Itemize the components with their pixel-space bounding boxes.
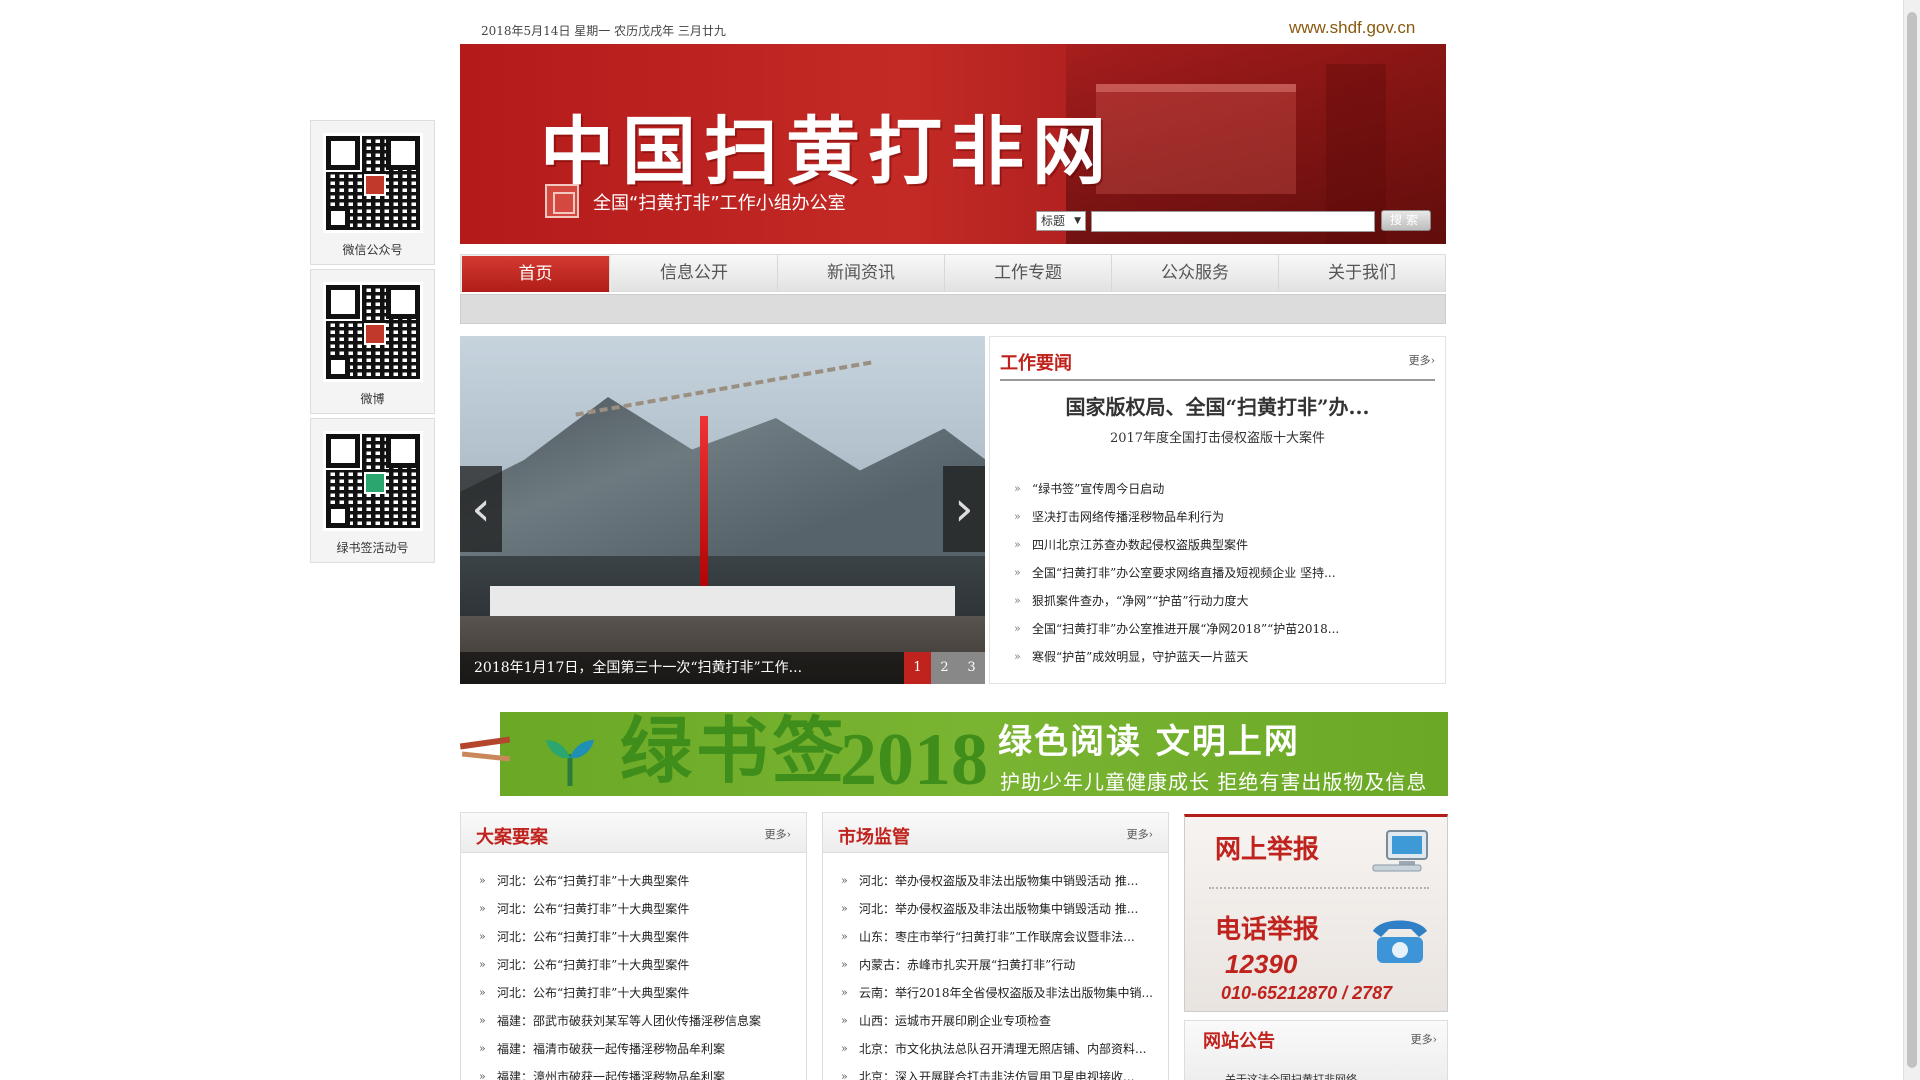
- green-bookmark-slogan: 绿色阅读 文明上网: [998, 722, 1300, 762]
- market-supervision-list: 河北：举办侵权盗版及非法出版物集中销毁活动 推... 河北：举办侵权盗版及非法出…: [841, 873, 1153, 1080]
- qr-label-weibo: 微博: [360, 392, 385, 406]
- list-item[interactable]: 河北：公布“扫黄打非”十大典型案件: [479, 873, 761, 901]
- work-news-list: “绿书签”宣传周今日启动 坚决打击网络传播淫秽物品牟利行为 四川北京江苏查办数起…: [1014, 481, 1339, 677]
- list-item[interactable]: 坚决打击网络传播淫秽物品牟利行为: [1014, 509, 1339, 537]
- list-item[interactable]: 寒假“护苗”成效明显，守护蓝天一片蓝天: [1014, 649, 1339, 677]
- telephone-icon: [1373, 920, 1427, 963]
- slider-page-1[interactable]: 1: [904, 652, 931, 684]
- search-input[interactable]: [1091, 211, 1375, 232]
- weibo-qr-code: [322, 282, 423, 382]
- nav-item-news[interactable]: 新闻资讯: [778, 255, 945, 291]
- qr-card-green-bookmark: 绿书签活动号: [310, 418, 435, 563]
- list-item[interactable]: 山西：运城市开展印刷企业专项检查: [841, 1013, 1153, 1041]
- qr-card-weibo: 微博: [310, 269, 435, 414]
- photo-slider[interactable]: ‹ › 2018年1月17日，全国第三十一次“扫黄打非”工作... 1 2 3: [460, 336, 985, 684]
- list-item[interactable]: 全国“扫黄打非”办公室要求网络直播及短视频企业 坚持...: [1014, 565, 1339, 593]
- list-item[interactable]: 北京：深入开展联合打击非法仿冒用卫星电视接收...: [841, 1069, 1153, 1080]
- page: 2018年5月14日 星期一 农历戊戌年 三月廿九 www.shdf.gov.c…: [0, 0, 1920, 1080]
- date-line: 2018年5月14日 星期一 农历戊戌年 三月廿九: [481, 24, 726, 38]
- list-item[interactable]: 北京：市文化执法总队召开清理无照店铺、内部资料...: [841, 1041, 1153, 1069]
- qr-label-wechat: 微信公众号: [342, 243, 403, 257]
- list-item[interactable]: 福建：福清市破获一起传播淫秽物品牟利案: [479, 1041, 761, 1069]
- search-scope-value: 标题: [1041, 214, 1066, 228]
- page-scrollbar[interactable]: [1903, 0, 1920, 1080]
- list-item[interactable]: 四川北京江苏查办数起侵权盗版典型案件: [1014, 537, 1339, 565]
- list-item[interactable]: 狠抓案件查办，“净网”“护苗”行动力度大: [1014, 593, 1339, 621]
- nav-item-public-service[interactable]: 公众服务: [1112, 255, 1279, 291]
- list-item[interactable]: 内蒙古：赤峰市扎实开展“扫黄打非”行动: [841, 957, 1153, 985]
- site-notice-more-link[interactable]: 更多›: [1411, 1031, 1437, 1047]
- major-cases-list: 河北：公布“扫黄打非”十大典型案件 河北：公布“扫黄打非”十大典型案件 河北：公…: [479, 873, 761, 1080]
- sub-nav-bar: [460, 294, 1446, 324]
- search-button[interactable]: 搜索: [1381, 210, 1431, 231]
- list-item[interactable]: 河北：公布“扫黄打非”十大典型案件: [479, 929, 761, 957]
- slider-pagination: 1 2 3: [904, 652, 985, 684]
- search-scope-select[interactable]: 标题 ▼: [1036, 211, 1086, 231]
- nav-item-info-disclosure[interactable]: 信息公开: [611, 255, 778, 291]
- slider-next-button[interactable]: ›: [943, 466, 985, 552]
- headline-link[interactable]: 国家版权局、全国“扫黄打非”办...: [990, 391, 1445, 420]
- phone-report-link[interactable]: 电话举报: [1215, 909, 1319, 946]
- computer-icon: [1372, 830, 1428, 872]
- nav-item-home[interactable]: 首页: [462, 256, 610, 292]
- site-title: 中国扫黄打非网: [540, 109, 1114, 195]
- slider-prev-button[interactable]: ‹: [460, 466, 502, 552]
- work-news-more-link[interactable]: 更多›: [1409, 352, 1435, 368]
- report-phone-number: 010-65212870 / 2787: [1221, 983, 1393, 1003]
- market-supervision-panel: 市场监管 更多› 河北：举办侵权盗版及非法出版物集中销毁活动 推... 河北：举…: [822, 812, 1169, 1080]
- list-item[interactable]: 全国“扫黄打非”办公室推进开展“净网2018”“护苗2018...: [1014, 621, 1339, 649]
- major-cases-title: 大案要案: [476, 827, 548, 848]
- green-bookmark-qr-code: [322, 431, 423, 531]
- major-cases-more-link[interactable]: 更多›: [765, 826, 791, 842]
- scrollbar-thumb[interactable]: [1907, 12, 1917, 1068]
- list-item[interactable]: 河北：公布“扫黄打非”十大典型案件: [479, 985, 761, 1013]
- slider-caption[interactable]: 2018年1月17日，全国第三十一次“扫黄打非”工作...: [474, 657, 802, 677]
- list-item[interactable]: 福建：漳州市破获一起传播淫秽物品牟利案: [479, 1069, 761, 1080]
- list-item[interactable]: 河北：公布“扫黄打非”十大典型案件: [479, 957, 761, 985]
- list-item[interactable]: 福建：邵武市破获刘某军等人团伙传播淫秽信息案: [479, 1013, 761, 1041]
- report-panel: 网上举报 电话举报 12390 010-65212870 / 2787: [1184, 814, 1448, 1012]
- green-bookmark-leaf-icon: [546, 740, 594, 787]
- chevron-down-icon: ▼: [1074, 216, 1081, 226]
- headline-sub-link[interactable]: 2017年度全国打击侵权盗版十大案件: [990, 427, 1445, 446]
- nav-item-topics[interactable]: 工作专题: [945, 255, 1112, 291]
- header-banner: 中国扫黄打非网 全国“扫黄打非”工作小组办公室 标题 ▼ 搜索: [460, 44, 1446, 244]
- list-item[interactable]: 河北：公布“扫黄打非”十大典型案件: [479, 901, 761, 929]
- site-notice-title: 网站公告: [1203, 1031, 1275, 1052]
- market-supervision-more-link[interactable]: 更多›: [1127, 826, 1153, 842]
- main-nav: 首页 信息公开 新闻资讯 工作专题 公众服务 关于我们: [460, 254, 1446, 292]
- work-news-panel: 工作要闻 更多› 国家版权局、全国“扫黄打非”办... 2017年度全国打击侵权…: [989, 336, 1446, 684]
- seal-logo-icon: [545, 184, 579, 218]
- qr-label-green-bookmark: 绿书签活动号: [336, 541, 409, 555]
- green-bookmark-slogan-sub: 护助少年儿童健康成长 拒绝有害出版物及信息: [1000, 770, 1428, 794]
- list-item[interactable]: 关于这法全国扫黄打非网络...: [1225, 1071, 1368, 1080]
- site-url-link[interactable]: www.shdf.gov.cn: [1289, 18, 1415, 38]
- slider-page-3[interactable]: 3: [958, 652, 985, 684]
- major-cases-panel: 大案要案 更多› 河北：公布“扫黄打非”十大典型案件 河北：公布“扫黄打非”十大…: [460, 812, 807, 1080]
- green-bookmark-text: 绿书签: [620, 708, 849, 793]
- online-report-link[interactable]: 网上举报: [1215, 829, 1319, 866]
- wechat-qr-code: [322, 133, 423, 233]
- qr-code-column: 微信公众号 微博 绿书签活动号: [310, 120, 435, 567]
- list-item[interactable]: 河北：举办侵权盗版及非法出版物集中销毁活动 推...: [841, 873, 1153, 901]
- hotline-number: 12390: [1225, 949, 1298, 979]
- qr-card-wechat: 微信公众号: [310, 120, 435, 265]
- list-item[interactable]: 云南：举行2018年全省侵权盗版及非法出版物集中销...: [841, 985, 1153, 1013]
- slider-page-2[interactable]: 2: [931, 652, 958, 684]
- list-item[interactable]: 河北：举办侵权盗版及非法出版物集中销毁活动 推...: [841, 901, 1153, 929]
- work-news-title: 工作要闻: [1000, 353, 1072, 374]
- list-item[interactable]: “绿书签”宣传周今日启动: [1014, 481, 1339, 509]
- market-supervision-title: 市场监管: [838, 827, 910, 848]
- flag-image: [700, 416, 708, 606]
- green-bookmark-year: 2018: [840, 719, 988, 801]
- site-notice-panel: 网站公告 更多› 关于这法全国扫黄打非网络...: [1184, 1020, 1448, 1080]
- list-item[interactable]: 山东：枣庄市举行“扫黄打非”工作联席会议暨非法...: [841, 929, 1153, 957]
- green-bookmark-banner[interactable]: 绿书签 2018 绿色阅读 文明上网 护助少年儿童健康成长 拒绝有害出版物及信息: [460, 692, 1450, 802]
- site-subtitle: 全国“扫黄打非”工作小组办公室: [593, 193, 846, 214]
- watchtower-image: [1096, 84, 1296, 194]
- nav-item-about[interactable]: 关于我们: [1279, 255, 1446, 291]
